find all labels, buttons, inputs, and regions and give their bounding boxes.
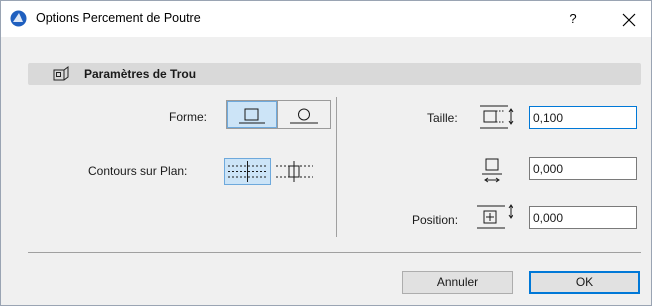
position-field[interactable]: [529, 206, 637, 229]
hauteur-field[interactable]: [529, 157, 637, 180]
window-title: Options Percement de Poutre: [36, 11, 201, 25]
contours-cut-option[interactable]: [272, 158, 317, 185]
section-header[interactable]: Paramètres de Trou: [28, 63, 641, 85]
width-dimension-icon: [480, 105, 514, 129]
taille-label: Taille:: [427, 111, 458, 125]
position-label: Position:: [412, 213, 459, 227]
close-icon: [622, 13, 636, 27]
contours-label: Contours sur Plan:: [88, 164, 188, 178]
section-title: Paramètres de Trou: [84, 67, 197, 81]
beam-hole-icon: [53, 66, 69, 81]
forme-rectangular-option[interactable]: [227, 101, 277, 128]
position-offset-icon: [477, 204, 513, 229]
contours-dashed-option[interactable]: [224, 158, 271, 185]
circle-shape-icon: [290, 108, 318, 124]
close-button[interactable]: [613, 4, 645, 34]
ok-button[interactable]: OK: [529, 271, 640, 294]
footer-divider: [28, 252, 641, 253]
contours-selector: [224, 158, 316, 185]
height-dimension-icon: [482, 158, 502, 183]
taille-field[interactable]: [529, 106, 637, 129]
forme-selector: [226, 100, 331, 129]
dashed-contour-icon: [228, 161, 267, 182]
cancel-button[interactable]: Annuler: [402, 271, 513, 294]
vertical-divider: [336, 97, 337, 237]
dialog-window: Options Percement de Poutre ? Paramètres…: [0, 0, 652, 306]
forme-label: Forme:: [169, 110, 208, 124]
forme-circular-option[interactable]: [278, 101, 330, 128]
title-bar: Options Percement de Poutre ?: [1, 1, 651, 37]
help-button[interactable]: ?: [558, 4, 588, 34]
square-shape-icon: [239, 108, 265, 124]
cut-contour-icon: [276, 161, 313, 182]
archicad-icon: [10, 10, 27, 27]
